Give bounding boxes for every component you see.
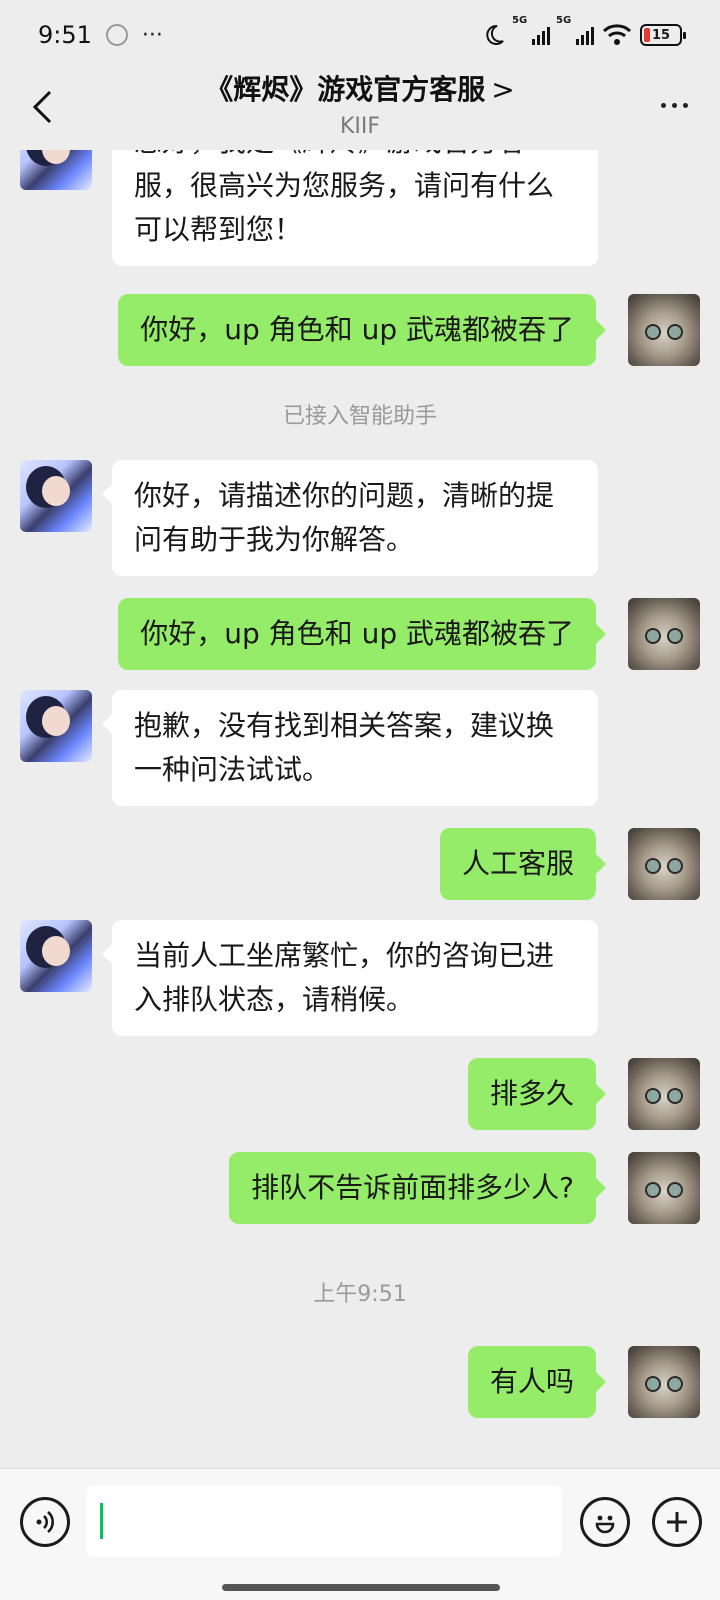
battery-level: 15 (651, 27, 671, 43)
user-avatar[interactable] (628, 828, 700, 900)
notification-icon (105, 24, 128, 46)
voice-icon (36, 1511, 54, 1533)
system-note: 已接入智能助手 (282, 404, 437, 429)
signal-icon: 5G (556, 15, 594, 45)
outgoing-bubble[interactable]: 排队不告诉前面排多少人? (229, 1152, 606, 1224)
user-avatar[interactable] (628, 1346, 700, 1418)
voice-button[interactable] (20, 1497, 70, 1547)
support-avatar[interactable] (20, 690, 92, 762)
incoming-bubble[interactable]: 你好，请描述你的问题，清晰的提问有助于我为你解答。 (102, 460, 598, 576)
battery-icon: 15 (640, 24, 686, 46)
status-more: ··· (141, 22, 163, 48)
message-input[interactable] (86, 1485, 562, 1557)
more-button[interactable] (654, 90, 694, 120)
status-bar: 9:51 ··· 5G 5G 15 (0, 0, 720, 70)
chat-subtitle: KIIF (339, 114, 381, 139)
chat-list[interactable]: 您好，我是《辉烬》游戏官方客服，很高兴为您服务，请问有什么可以帮到您！ 你好，u… (0, 150, 720, 1468)
outgoing-bubble[interactable]: 排多久 (467, 1058, 607, 1130)
home-indicator[interactable] (222, 1584, 500, 1591)
chat-title[interactable]: 《辉烬》游戏官方客服 > (0, 70, 720, 110)
text-caret (100, 1503, 103, 1539)
support-avatar[interactable] (20, 920, 92, 992)
outgoing-bubble[interactable]: 人工客服 (439, 828, 607, 900)
incoming-bubble[interactable]: 当前人工坐席繁忙，你的咨询已进入排队状态，请稍候。 (102, 920, 598, 1036)
nav-bar: 《辉烬》游戏官方客服 > KIIF (0, 70, 720, 150)
outgoing-bubble[interactable]: 你好，up 角色和 up 武魂都被吞了 (118, 294, 606, 366)
incoming-bubble[interactable]: 您好，我是《辉烬》游戏官方客服，很高兴为您服务，请问有什么可以帮到您！ (112, 150, 598, 266)
chevron-right-icon: > (491, 73, 515, 106)
status-time: 9:51 (38, 21, 92, 49)
user-avatar[interactable] (628, 294, 700, 366)
outgoing-bubble[interactable]: 你好，up 角色和 up 武魂都被吞了 (118, 598, 606, 670)
more-dot (682, 102, 688, 108)
incoming-bubble[interactable]: 抱歉，没有找到相关答案，建议换一种问法试试。 (102, 690, 598, 806)
user-avatar[interactable] (628, 1152, 700, 1224)
input-bar (0, 1468, 720, 1600)
plus-button[interactable] (652, 1497, 702, 1547)
support-avatar[interactable] (20, 150, 92, 190)
chat-title-text: 《辉烬》游戏官方客服 (205, 73, 486, 106)
support-avatar[interactable] (20, 460, 92, 532)
signal-icon: 5G (512, 15, 550, 45)
more-dot (671, 102, 677, 108)
user-avatar[interactable] (628, 1058, 700, 1130)
emoji-icon (595, 1515, 615, 1534)
outgoing-bubble[interactable]: 有人吗 (467, 1346, 607, 1418)
emoji-button[interactable] (580, 1497, 630, 1547)
wifi-icon (602, 24, 632, 45)
plus-icon (667, 1512, 687, 1532)
moon-icon (486, 24, 504, 45)
timestamp: 上午9:51 (313, 1282, 407, 1307)
user-avatar[interactable] (628, 598, 700, 670)
more-dot (660, 102, 666, 108)
